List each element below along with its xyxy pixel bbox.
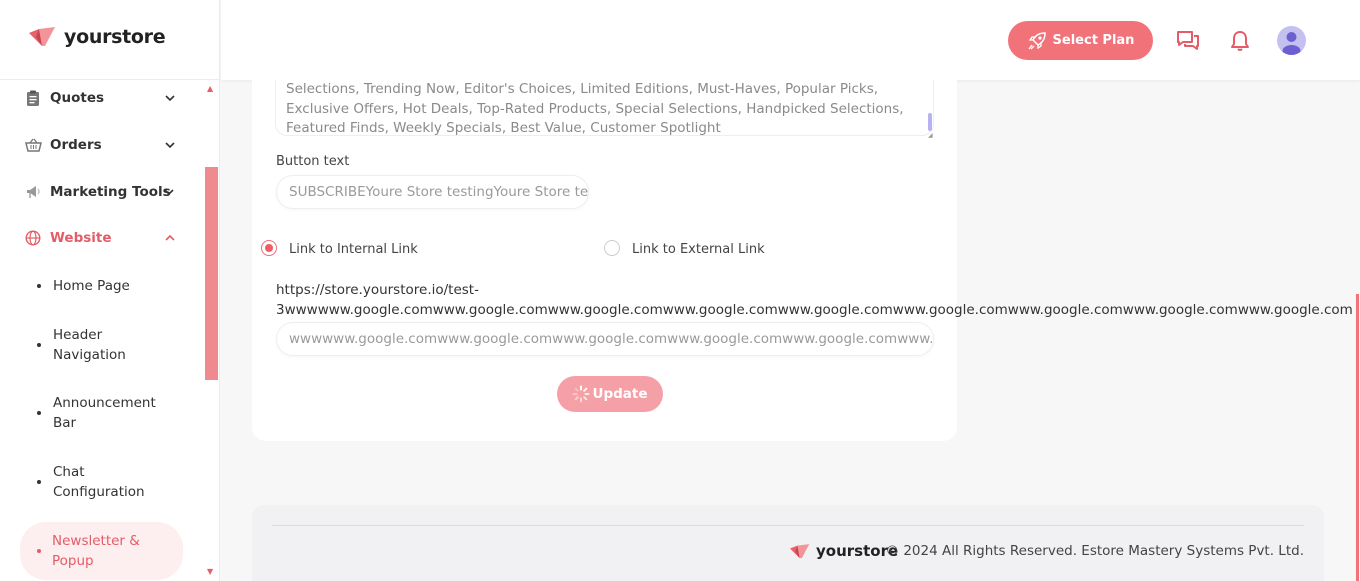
sidebar-subitem-home-page[interactable]: Home Page — [37, 276, 177, 296]
external-link-label: Link to External Link — [632, 242, 765, 257]
bullet-dot — [37, 411, 41, 415]
sidebar-item-website[interactable]: Website — [24, 228, 184, 248]
button-text-input[interactable]: SUBSCRIBEYoure Store testingYoure Store … — [276, 175, 589, 209]
megaphone-icon — [24, 183, 42, 201]
sidebar-item-label: Orders — [50, 137, 102, 153]
chevron-up-icon — [165, 234, 175, 241]
select-plan-label: Select Plan — [1052, 33, 1135, 48]
sidebar-subitem-chat-configuration[interactable]: Chat Configuration — [37, 462, 177, 502]
copyright-text: © 2024 All Rights Reserved. Estore Maste… — [885, 543, 1304, 559]
bell-icon[interactable] — [1227, 28, 1253, 54]
button-text-label: Button text — [276, 154, 350, 169]
sidebar-subitem-announcement-bar[interactable]: Announcement Bar — [37, 393, 177, 433]
chevron-down-icon — [165, 95, 175, 102]
bullet-dot — [37, 343, 41, 347]
logo-icon — [790, 543, 810, 558]
chevron-down-icon — [164, 189, 174, 196]
sidebar-item-quotes[interactable]: Quotes — [24, 88, 184, 108]
update-label: Update — [592, 386, 648, 402]
scroll-up-arrow-icon[interactable]: ▲ — [207, 85, 213, 93]
logo-icon — [29, 27, 55, 46]
clipboard-icon — [24, 89, 42, 107]
subitem-label: Header Navigation — [53, 327, 126, 363]
internal-link-label: Link to Internal Link — [289, 242, 418, 257]
sidebar-subitem-header-navigation[interactable]: Header Navigation — [37, 325, 177, 365]
avatar[interactable] — [1277, 26, 1306, 55]
chevron-down-icon — [165, 142, 175, 149]
link-url-preview: https://store.yourstore.io/test- 3wwwwww… — [276, 280, 1360, 320]
description-text: Selections, Trending Now, Editor's Choic… — [286, 81, 904, 136]
url-line-1: https://store.yourstore.io/test- — [276, 282, 479, 298]
loading-spinner-icon — [572, 385, 590, 403]
textarea-scrollbar[interactable] — [928, 113, 932, 131]
subitem-label: Home Page — [53, 278, 130, 294]
internal-link-radio[interactable] — [261, 240, 277, 256]
description-textarea[interactable]: Selections, Trending Now, Editor's Choic… — [275, 80, 934, 136]
sidebar-item-orders[interactable]: Orders — [24, 135, 184, 155]
select-plan-button[interactable]: Select Plan — [1008, 21, 1153, 60]
basket-icon — [24, 136, 42, 154]
resize-handle-icon[interactable]: ◢ — [928, 132, 933, 139]
logo-text: yourstore — [64, 26, 166, 48]
sidebar-item-label: Marketing Tools — [50, 184, 171, 200]
globe-icon — [24, 229, 42, 247]
bullet-dot — [37, 480, 41, 484]
sidebar-item-label: Website — [50, 230, 112, 246]
sidebar-subitem-newsletter-popup[interactable]: Newsletter & Popup — [20, 522, 183, 580]
subitem-label: Chat Configuration — [53, 464, 145, 500]
sidebar-divider — [0, 79, 219, 80]
scroll-down-arrow-icon[interactable]: ▼ — [207, 568, 213, 576]
bullet-dot — [37, 549, 41, 553]
sidebar-item-marketing-tools[interactable]: Marketing Tools — [24, 182, 179, 202]
url-line-2: 3wwwwww.google.comwww.google.comwww.goog… — [276, 302, 1353, 318]
subitem-label: Announcement Bar — [53, 395, 156, 431]
external-link-radio[interactable] — [604, 240, 620, 256]
link-url-input[interactable]: wwwwww.google.comwww.google.comwww.googl… — [276, 322, 934, 356]
chat-icon[interactable] — [1175, 28, 1201, 54]
sidebar-scrollbar-thumb[interactable] — [205, 167, 218, 380]
footer-logo: yourstore — [790, 542, 898, 560]
brand-logo[interactable]: yourstore — [29, 26, 166, 48]
bullet-dot — [37, 284, 41, 288]
page-scrollbar[interactable] — [1356, 294, 1359, 581]
sidebar-item-label: Quotes — [50, 90, 105, 106]
sidebar: yourstore Quotes Orders Marketing Tools … — [0, 0, 220, 581]
update-button[interactable]: Update — [557, 376, 663, 412]
footer-divider — [272, 525, 1304, 526]
subitem-label: Newsletter & Popup — [52, 533, 140, 569]
rocket-icon — [1028, 31, 1046, 49]
